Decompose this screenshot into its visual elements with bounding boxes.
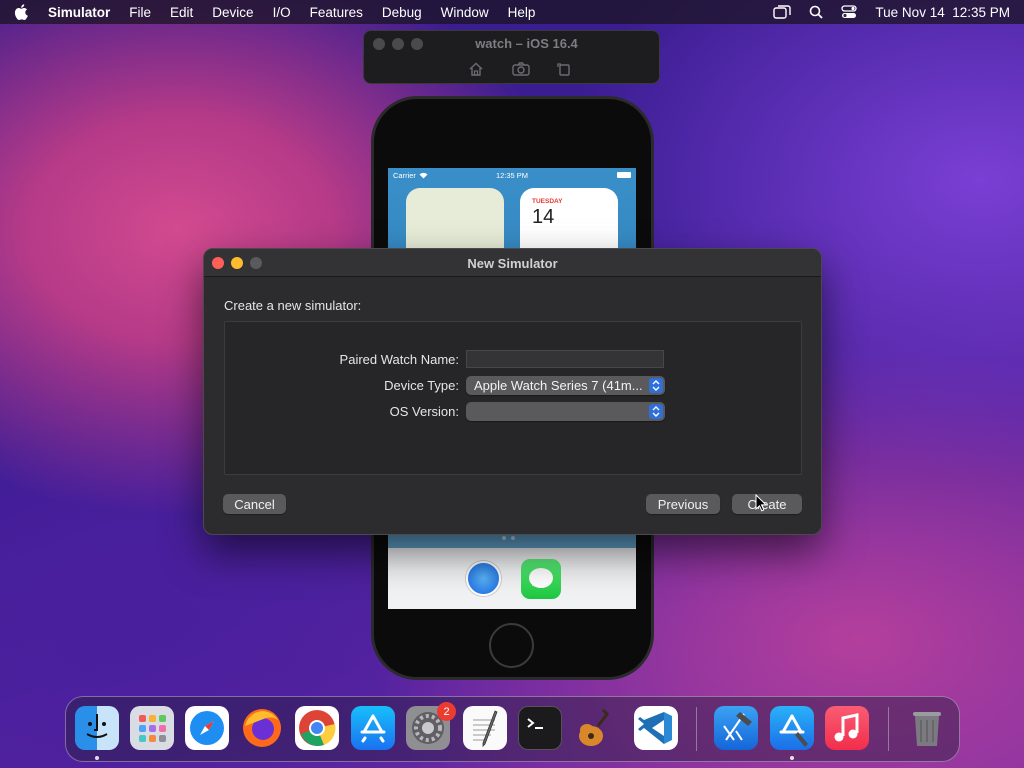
- finder-running-dot: [95, 756, 99, 760]
- device-type-popup[interactable]: Apple Watch Series 7 (41m...: [466, 376, 665, 395]
- menu-window[interactable]: Window: [441, 5, 489, 20]
- apple-menu-icon[interactable]: [14, 4, 34, 20]
- new-simulator-dialog: New Simulator Create a new simulator: Pa…: [203, 248, 822, 535]
- cancel-button[interactable]: Cancel: [223, 494, 286, 514]
- mouse-cursor-icon: [755, 493, 768, 517]
- trash-icon[interactable]: [905, 706, 949, 750]
- page-indicator: [502, 536, 515, 540]
- dialog-title: New Simulator: [467, 256, 558, 271]
- paired-watch-name-field[interactable]: [466, 350, 664, 368]
- garageband-icon[interactable]: [573, 706, 617, 750]
- os-version-popup[interactable]: [466, 402, 665, 421]
- simulator-window-title: watch – iOS 16.4: [475, 36, 578, 51]
- menu-debug[interactable]: Debug: [382, 5, 422, 20]
- menu-io[interactable]: I/O: [273, 5, 291, 20]
- system-settings-icon[interactable]: 2: [406, 702, 456, 750]
- launchpad-icon[interactable]: [130, 706, 174, 750]
- xcode-icon[interactable]: [714, 706, 758, 750]
- menu-app-name[interactable]: Simulator: [48, 5, 110, 20]
- vscode-icon[interactable]: [634, 706, 678, 750]
- safari-dock-icon[interactable]: [185, 706, 229, 750]
- simulator-running-dot: [790, 756, 794, 760]
- calendar-day: TUESDAY: [532, 198, 563, 205]
- home-icon[interactable]: [468, 61, 484, 77]
- safari-icon[interactable]: [466, 561, 501, 596]
- macos-dock: 2: [65, 696, 960, 762]
- menu-bar: Simulator File Edit Device I/O Features …: [0, 0, 1024, 24]
- simulator-toolbar-window: watch – iOS 16.4: [363, 30, 660, 84]
- messages-icon[interactable]: [521, 559, 561, 599]
- device-type-value: Apple Watch Series 7 (41m...: [474, 378, 643, 393]
- chrome-icon[interactable]: [295, 706, 339, 750]
- paired-watch-name-row: Paired Watch Name:: [225, 350, 664, 368]
- home-button[interactable]: [489, 623, 534, 668]
- menu-file[interactable]: File: [129, 5, 151, 20]
- create-button[interactable]: Create: [732, 494, 802, 514]
- window-switcher-icon[interactable]: [773, 5, 792, 19]
- dialog-titlebar: New Simulator: [204, 249, 821, 277]
- control-center-icon[interactable]: [841, 5, 858, 19]
- app-store-icon[interactable]: [351, 706, 395, 750]
- menu-device[interactable]: Device: [212, 5, 253, 20]
- textedit-icon[interactable]: [463, 706, 507, 750]
- device-type-label: Device Type:: [384, 378, 459, 393]
- rotate-icon[interactable]: [556, 61, 572, 77]
- system-settings-badge: 2: [437, 702, 456, 721]
- music-icon[interactable]: [825, 706, 869, 750]
- previous-button[interactable]: Previous: [646, 494, 720, 514]
- dock-separator: [888, 707, 889, 751]
- phone-status-bar: Carrier 12:35 PM: [388, 168, 636, 182]
- finder-icon[interactable]: [75, 706, 119, 750]
- chevron-updown-icon: [649, 404, 663, 419]
- phone-time: 12:35 PM: [495, 170, 529, 180]
- menu-clock[interactable]: Tue Nov 14 12:35 PM: [875, 5, 1010, 20]
- os-version-label: OS Version:: [389, 404, 459, 419]
- menu-help[interactable]: Help: [508, 5, 536, 20]
- phone-dock: [388, 548, 636, 609]
- chevron-updown-icon: [649, 378, 663, 393]
- menu-edit[interactable]: Edit: [170, 5, 193, 20]
- terminal-icon[interactable]: [518, 706, 562, 750]
- dock-separator: [696, 707, 697, 751]
- form-panel: Paired Watch Name: Device Type: Apple Wa…: [224, 321, 802, 475]
- dialog-subtitle: Create a new simulator:: [224, 298, 362, 313]
- os-version-row: OS Version:: [225, 402, 665, 421]
- menu-features[interactable]: Features: [310, 5, 363, 20]
- paired-watch-name-label: Paired Watch Name:: [339, 351, 459, 367]
- calendar-date: 14: [532, 206, 555, 228]
- device-type-row: Device Type: Apple Watch Series 7 (41m..…: [225, 376, 665, 395]
- screenshot-icon[interactable]: [512, 61, 530, 77]
- firefox-icon[interactable]: [240, 706, 284, 750]
- search-icon[interactable]: [809, 5, 824, 19]
- simulator-icon[interactable]: [770, 706, 814, 750]
